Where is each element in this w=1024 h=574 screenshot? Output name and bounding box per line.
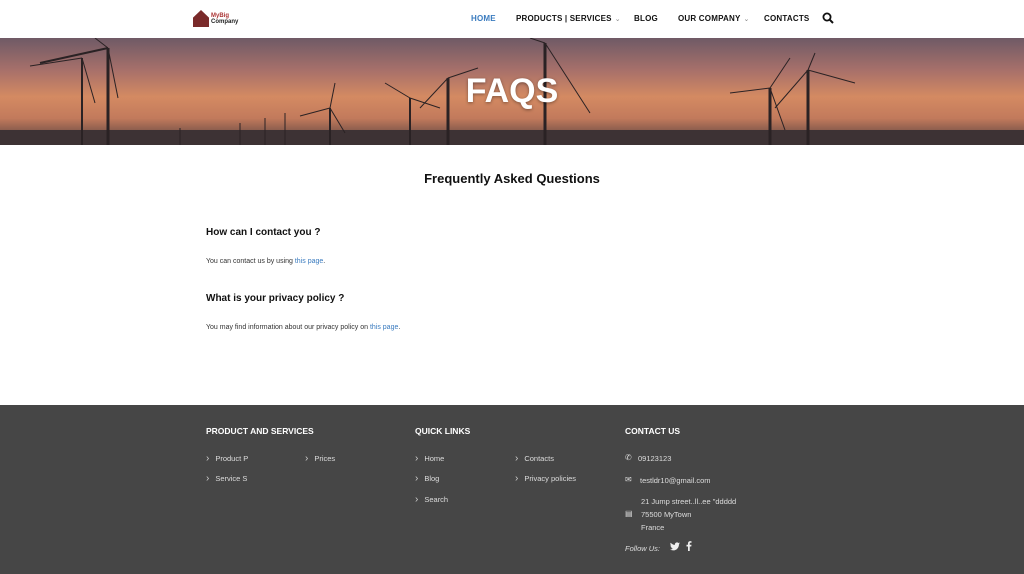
contact-phone: 09123123 [638, 454, 672, 463]
page-title: Frequently Asked Questions [424, 171, 600, 186]
header: MyBig Company HOME PRODUCTS | SERVICES ⌄ B… [0, 0, 1024, 38]
nav-home[interactable]: HOME [471, 14, 496, 23]
footer-link-product-p[interactable]: Product P [206, 453, 248, 464]
twitter-icon[interactable] [670, 542, 680, 551]
logo[interactable]: MyBig Company [193, 10, 238, 27]
footer-link-privacy[interactable]: Privacy policies [515, 473, 576, 484]
faq-answer: You can contact us by using this page. [206, 258, 325, 265]
address-card-icon: ▤ [625, 509, 633, 518]
nav-blog[interactable]: BLOG [634, 14, 658, 23]
chevron-down-icon: ⌄ [743, 16, 750, 23]
answer-end: . [323, 258, 326, 265]
privacy-page-link[interactable]: this page [370, 324, 398, 331]
footer: PRODUCT AND SERVICES Product P Prices Se… [0, 405, 1024, 574]
contact-email[interactable]: testldr10@gmail.com [640, 476, 711, 485]
address-line: France [641, 523, 665, 532]
logo-line2: Company [211, 18, 239, 25]
footer-link-service-s[interactable]: Service S [206, 473, 247, 484]
footer-products-title: PRODUCT AND SERVICES [206, 426, 314, 436]
nav-products-services[interactable]: PRODUCTS | SERVICES ⌄ [516, 14, 621, 23]
nav-label: PRODUCTS | SERVICES [516, 14, 612, 23]
search-icon[interactable] [822, 12, 834, 24]
envelope-icon: ✉ [625, 475, 632, 484]
hero-title: FAQS [465, 72, 559, 110]
footer-link-blog[interactable]: Blog [415, 473, 439, 484]
footer-contact-title: CONTACT US [625, 426, 681, 436]
footer-quick-title: QUICK LINKS [415, 426, 471, 436]
answer-text: You may find information about our priva… [206, 324, 370, 331]
footer-link-contacts[interactable]: Contacts [515, 453, 554, 464]
nav-contacts[interactable]: CONTACTS [764, 14, 809, 23]
answer-end: . [398, 324, 401, 331]
facebook-icon[interactable] [686, 541, 692, 551]
address-line: 21 Jump street..ll..ee "ddddd [641, 497, 737, 506]
nav-label: OUR COMPANY [678, 14, 741, 23]
follow-us-label: Follow Us: [625, 544, 661, 553]
nav-our-company[interactable]: OUR COMPANY ⌄ [678, 14, 750, 23]
house-logo-icon [193, 10, 209, 27]
footer-link-home[interactable]: Home [415, 453, 444, 464]
hero-banner: FAQS [0, 38, 1024, 145]
footer-link-search[interactable]: Search [415, 494, 448, 505]
answer-text: You can contact us by using [206, 258, 295, 265]
footer-link-prices[interactable]: Prices [305, 453, 335, 464]
faq-question: How can I contact you ? [206, 227, 321, 238]
faq-answer: You may find information about our priva… [206, 324, 400, 331]
contact-page-link[interactable]: this page [295, 258, 323, 265]
phone-icon: ✆ [625, 453, 632, 462]
chevron-down-icon: ⌄ [614, 16, 621, 23]
address-line: 75500 MyTown [641, 510, 692, 519]
faq-question: What is your privacy policy ? [206, 293, 345, 304]
